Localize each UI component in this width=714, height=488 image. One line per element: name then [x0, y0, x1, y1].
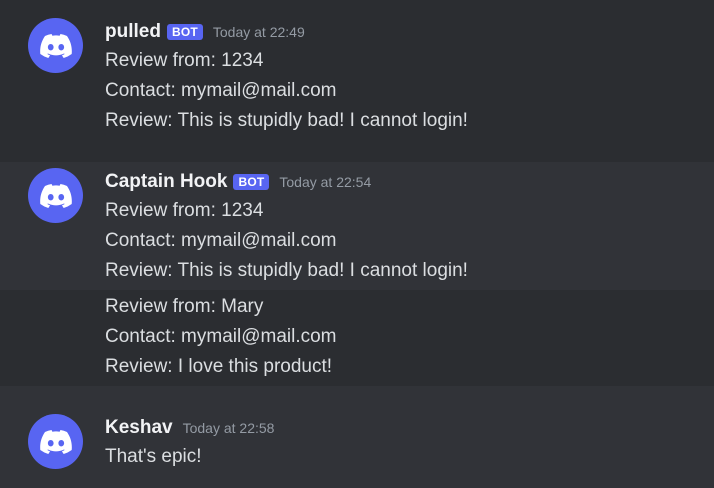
message-header: Captain Hook BOT Today at 22:54	[105, 170, 371, 194]
message-line: Review: I love this product!	[105, 356, 333, 377]
message-line: Review from: 1234	[105, 50, 264, 71]
message-header: pulled BOT Today at 22:49	[105, 20, 305, 44]
username[interactable]: pulled	[105, 21, 161, 43]
discord-logo-icon	[39, 429, 72, 454]
chat-messages: pulled BOT Today at 22:49 Review from: 1…	[0, 0, 714, 488]
bot-tag: BOT	[166, 24, 203, 40]
avatar[interactable]	[28, 414, 83, 469]
message-line: Review from: 1234	[105, 200, 264, 221]
message-group-pulled: pulled BOT Today at 22:49 Review from: 1…	[0, 0, 714, 162]
discord-logo-icon	[39, 33, 72, 58]
timestamp[interactable]: Today at 22:49	[213, 23, 305, 41]
message-continuation: Review from: Mary Contact: mymail@mail.c…	[0, 290, 714, 386]
message-line: Contact: mymail@mail.com	[105, 326, 337, 347]
timestamp[interactable]: Today at 22:54	[279, 173, 371, 191]
message-line: Review: This is stupidly bad! I cannot l…	[105, 110, 468, 131]
username[interactable]: Keshav	[105, 417, 173, 439]
message-line: Review from: Mary	[105, 296, 264, 317]
message-line: That's epic!	[105, 446, 202, 467]
username[interactable]: Captain Hook	[105, 171, 227, 193]
bot-tag: BOT	[233, 174, 270, 190]
discord-logo-icon	[39, 183, 72, 208]
timestamp[interactable]: Today at 22:58	[183, 419, 275, 437]
message-header: Keshav Today at 22:58	[105, 416, 274, 440]
message-line: Review: This is stupidly bad! I cannot l…	[105, 260, 468, 281]
message-group-keshav: Keshav Today at 22:58 That's epic!	[0, 386, 714, 488]
avatar[interactable]	[28, 168, 83, 223]
message-line: Contact: mymail@mail.com	[105, 230, 337, 251]
message-line: Contact: mymail@mail.com	[105, 80, 337, 101]
message-group-captain-hook: Captain Hook BOT Today at 22:54 Review f…	[0, 162, 714, 290]
avatar[interactable]	[28, 18, 83, 73]
